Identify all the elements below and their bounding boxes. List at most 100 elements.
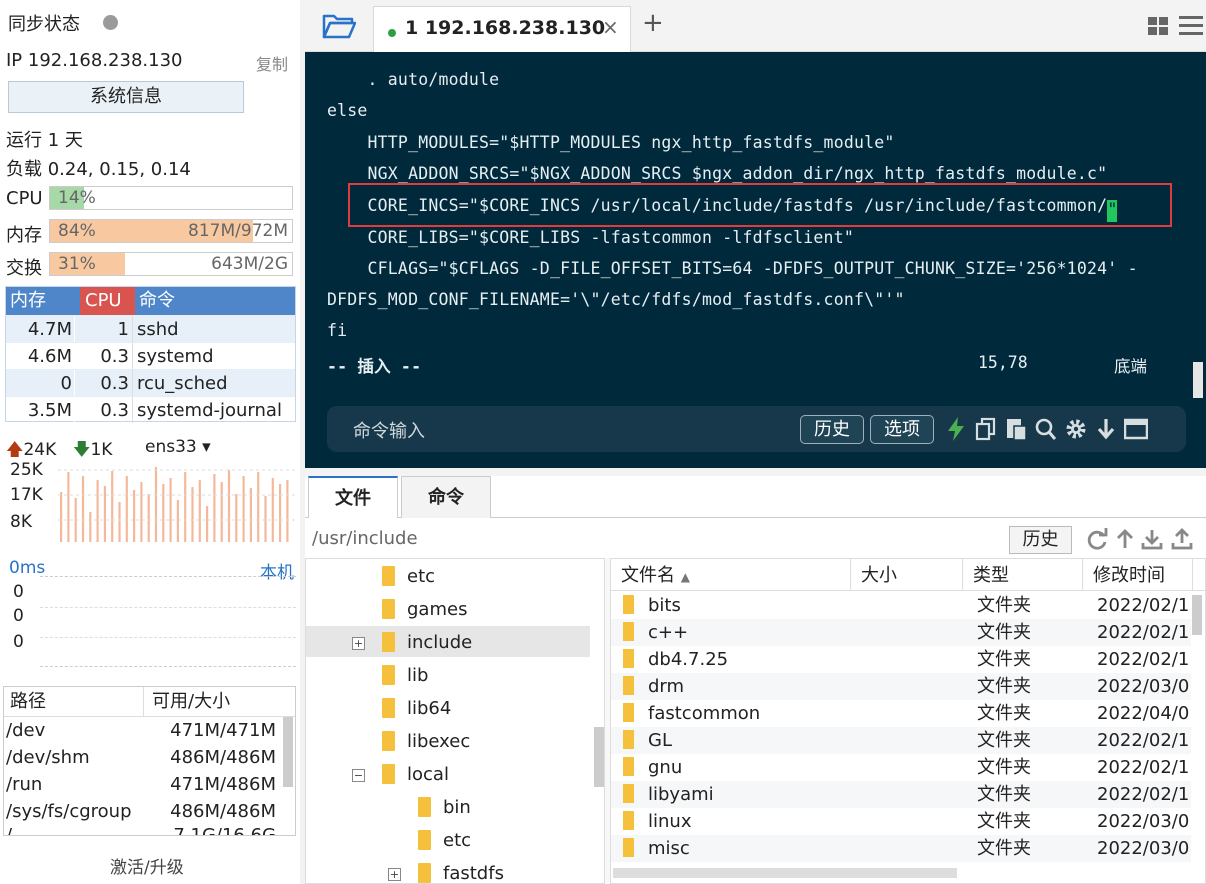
disk-row[interactable]: /dev/shm 486M/486M [4, 744, 295, 771]
disk-row[interactable]: /run 471M/486M [4, 771, 295, 798]
activate-upgrade-link[interactable]: 激活/升级 [110, 853, 184, 878]
process-row[interactable]: 4.7M 1 sshd [6, 315, 295, 342]
file-row[interactable]: drm 文件夹 2022/03/0 [611, 673, 1191, 700]
session-tab[interactable]: 1 192.168.238.130 × [373, 6, 631, 52]
disk-path: /sys/fs/cgroup [6, 801, 132, 822]
file-row[interactable]: gnu 文件夹 2022/02/1 [611, 754, 1191, 781]
disk-scrollbar[interactable] [283, 717, 293, 787]
traffic-bar [103, 486, 106, 542]
traffic-bar [206, 506, 209, 542]
col-size[interactable]: 可用/大小 [144, 687, 230, 716]
file-type: 文件夹 [977, 811, 1031, 832]
search-icon[interactable] [1034, 416, 1058, 442]
disk-row[interactable]: /sys/fs/cgroup 486M/486M [4, 798, 295, 825]
expand-icon[interactable]: + [352, 637, 365, 650]
process-row[interactable]: 3.5M 0.3 systemd-journal [6, 396, 295, 423]
tree-node[interactable]: lib [382, 661, 428, 691]
file-type: 文件夹 [977, 622, 1031, 643]
caret-down-icon: ▾ [202, 437, 211, 457]
gear-icon[interactable] [1064, 416, 1088, 442]
disk-row[interactable]: /dev 471M/471M [4, 717, 295, 744]
command-input-bar[interactable]: 命令输入 历史 选项 [327, 406, 1186, 452]
copy-ip-link[interactable]: 复制 [256, 51, 288, 75]
tree-node[interactable]: etc [382, 562, 435, 592]
col-size[interactable]: 大小 [851, 559, 963, 591]
history-button[interactable]: 历史 [800, 415, 864, 444]
download-icon[interactable] [1141, 528, 1163, 550]
paste-icon[interactable] [1004, 416, 1028, 442]
terminal-scrollbar[interactable] [1193, 362, 1203, 398]
path-history-button[interactable]: 历史 [1009, 526, 1072, 554]
col-mtime[interactable]: 修改时间 [1083, 559, 1193, 591]
sort-asc-icon: ▲ [680, 570, 690, 584]
col-filename[interactable]: 文件名 ▲ [611, 559, 851, 591]
menu-icon[interactable] [1179, 14, 1203, 36]
traffic-bar [67, 472, 70, 542]
current-path-input[interactable]: /usr/include [312, 528, 418, 549]
close-tab-icon[interactable]: × [602, 15, 619, 39]
folder-icon [382, 764, 395, 784]
refresh-icon[interactable] [1086, 528, 1108, 550]
tree-node[interactable]: bin [418, 793, 471, 823]
terminal-line: NGX_ADDON_SRCS="$NGX_ADDON_SRCS $ngx_add… [327, 164, 1108, 183]
col-cpu[interactable]: CPU [80, 287, 135, 315]
process-row[interactable]: 0 0.3 rcu_sched [6, 369, 295, 396]
tree-node[interactable]: − local [352, 760, 449, 790]
tree-node-label: lib64 [407, 698, 452, 719]
tree-node[interactable]: + include [352, 628, 472, 658]
swap-label: 交换 [6, 258, 42, 279]
disk-row[interactable]: / 7.1G/16.6G [4, 825, 295, 836]
terminal-line: fi [327, 321, 348, 340]
tree-node[interactable]: games [382, 595, 467, 625]
file-row[interactable]: linux 文件夹 2022/03/0 [611, 808, 1191, 835]
col-mem[interactable]: 内存 [6, 287, 80, 315]
file-name-cell: misc [623, 835, 853, 862]
upload-icon[interactable] [1171, 528, 1193, 550]
tree-node[interactable]: + fastdfs [388, 859, 504, 883]
grid-layout-icon[interactable] [1147, 15, 1169, 37]
file-row[interactable]: bits 文件夹 2022/02/1 [611, 592, 1191, 619]
folder-icon [382, 599, 395, 619]
new-tab-button[interactable]: + [642, 8, 664, 38]
tree-scrollbar[interactable] [594, 727, 604, 787]
col-filename-label: 文件名 [621, 565, 675, 586]
arrow-down-icon[interactable] [1094, 416, 1118, 442]
tree-node-label: etc [443, 830, 472, 851]
terminal[interactable]: . auto/module else HTTP_MODULES="$HTTP_M… [305, 52, 1206, 468]
file-row[interactable]: libyami 文件夹 2022/02/1 [611, 781, 1191, 808]
tree-node[interactable]: lib64 [382, 694, 451, 724]
window-icon[interactable] [1124, 416, 1148, 442]
disk-size: 7.1G/16.6G [173, 825, 276, 836]
tree-node[interactable]: libexec [382, 727, 470, 757]
open-folder-icon[interactable] [322, 12, 356, 40]
file-row[interactable]: misc 文件夹 2022/03/0 [611, 835, 1191, 862]
horizontal-splitter[interactable] [305, 468, 1206, 476]
file-row[interactable]: c++ 文件夹 2022/02/1 [611, 619, 1191, 646]
tab-files[interactable]: 文件 [308, 476, 398, 518]
interface-select[interactable]: ens33 ▾ [145, 437, 211, 457]
folder-icon [623, 622, 634, 641]
file-row[interactable]: fastcommon 文件夹 2022/04/0 [611, 700, 1191, 727]
options-button[interactable]: 选项 [870, 415, 934, 444]
copy-icon[interactable] [974, 416, 998, 442]
process-row[interactable]: 4.6M 0.3 systemd [6, 342, 295, 369]
up-directory-icon[interactable] [1114, 528, 1136, 550]
expand-icon[interactable]: + [388, 868, 401, 881]
tab-commands[interactable]: 命令 [401, 476, 491, 518]
file-row[interactable]: GL 文件夹 2022/02/1 [611, 727, 1191, 754]
col-command[interactable]: 命令 [135, 287, 175, 315]
file-mtime: 2022/02/1 [1097, 595, 1190, 616]
col-type[interactable]: 类型 [963, 559, 1083, 591]
col-path[interactable]: 路径 [4, 687, 144, 716]
file-name-cell: gnu [623, 754, 853, 781]
tree-node[interactable]: etc [418, 826, 471, 856]
file-list-vscrollbar[interactable] [1192, 595, 1202, 635]
file-row[interactable]: db4.7.25 文件夹 2022/02/1 [611, 646, 1191, 673]
proc-cpu: 1 [74, 316, 132, 342]
system-info-button[interactable]: 系统信息 [8, 81, 244, 113]
lightning-icon[interactable] [944, 416, 968, 442]
host-ip: IP 192.168.238.130 [6, 50, 183, 71]
collapse-icon[interactable]: − [352, 769, 365, 782]
file-list-hscrollbar[interactable] [613, 868, 957, 878]
traffic-bar [257, 472, 260, 542]
